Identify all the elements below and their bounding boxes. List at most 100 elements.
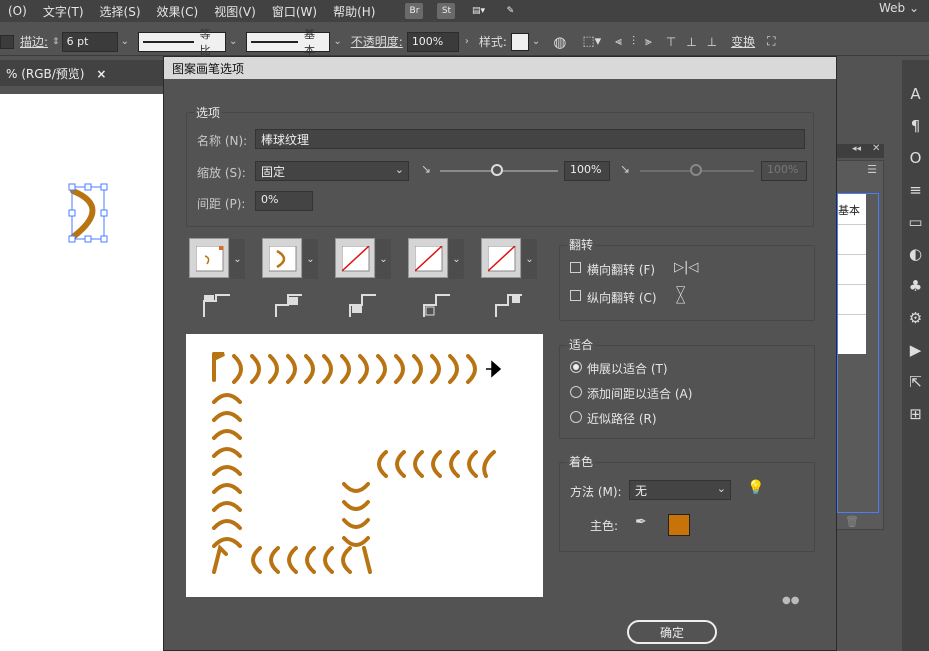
flip-horizontal-label[interactable]: 横向翻转 (F) <box>587 261 655 278</box>
play-icon[interactable]: ▶ <box>902 334 929 366</box>
menu-help[interactable]: 帮助(H) <box>325 3 383 20</box>
export-icon[interactable]: ⇱ <box>902 366 929 398</box>
stock-icon[interactable]: St <box>437 3 456 19</box>
preview-pattern-path <box>212 352 502 574</box>
brush-row[interactable] <box>838 284 866 285</box>
flip-vertical-checkbox[interactable] <box>570 290 581 301</box>
transparency-icon[interactable]: ◐ <box>902 238 929 270</box>
chevron-down-icon[interactable] <box>0 34 14 49</box>
align-left-icon[interactable]: ⫷ <box>615 34 622 49</box>
artboards-icon[interactable]: ⊞ <box>902 398 929 430</box>
fit-approximate-path-radio[interactable] <box>570 411 582 423</box>
selected-brush-art[interactable] <box>0 94 163 651</box>
spacing-field[interactable]: 0% <box>255 191 313 211</box>
collapse-icon[interactable]: ◂◂ <box>852 144 861 154</box>
menu-object[interactable]: (O) <box>0 4 35 18</box>
gear-icon[interactable]: ⚙ <box>902 302 929 334</box>
stroke-panel-icon[interactable]: ≡ <box>902 174 929 206</box>
stroke-label[interactable]: 描边: <box>20 33 48 50</box>
isolate-icon[interactable]: ⬚▾ <box>582 34 601 49</box>
chevron-down-icon[interactable]: ⌄ <box>333 36 341 47</box>
align-top-icon[interactable]: ⊤ <box>666 35 676 49</box>
gradient-icon[interactable]: ▭ <box>902 206 929 238</box>
document-tab[interactable]: % (RGB/预览) × <box>0 65 112 82</box>
tile-end[interactable]: ⌄ <box>481 238 537 279</box>
scale-select[interactable]: 固定 ⌄ <box>255 161 409 181</box>
tile-side[interactable]: ⌄ <box>189 238 245 279</box>
graphic-style-swatch[interactable] <box>510 32 529 51</box>
menu-window[interactable]: 窗口(W) <box>264 3 325 20</box>
transform-link[interactable]: 变换 <box>731 33 755 50</box>
outer-corner-tile-type-icon <box>203 294 230 317</box>
chevron-down-icon[interactable]: ⌄ <box>376 239 391 279</box>
stroke-weight-field[interactable]: 6 pt <box>61 31 118 52</box>
chevron-down-icon[interactable]: ⌄ <box>532 36 540 47</box>
chevron-down-icon[interactable]: ⌄ <box>449 239 464 279</box>
brush-definition[interactable]: 基本 <box>246 28 331 57</box>
arrange-documents-icon[interactable]: ▤▾ <box>469 3 487 19</box>
tile-inner-corner[interactable]: ⌄ <box>335 238 391 279</box>
fit-add-space-radio[interactable] <box>570 386 582 398</box>
scale-min-field[interactable]: 100% <box>564 161 610 181</box>
chevron-down-icon[interactable]: ⌄ <box>121 36 129 47</box>
chevron-down-icon[interactable]: ⌄ <box>229 36 237 47</box>
crop-icon[interactable]: ⛶ <box>767 34 775 49</box>
paragraph-icon[interactable]: ¶ <box>902 110 929 142</box>
ok-button[interactable]: 确定 <box>627 620 717 644</box>
menu-select[interactable]: 选择(S) <box>92 3 149 20</box>
dialog-title: 图案画笔选项 <box>164 57 836 79</box>
fit-stretch-radio[interactable] <box>570 361 582 373</box>
method-select[interactable]: 无 ⌄ <box>629 480 731 500</box>
close-icon[interactable]: ✕ <box>872 143 880 154</box>
brush-row[interactable] <box>838 254 866 255</box>
name-field[interactable]: 棒球纹理 <box>255 129 805 149</box>
brush-row[interactable] <box>838 224 866 225</box>
chevron-right-icon[interactable]: › <box>465 36 469 47</box>
stroke-stepper-icon[interactable]: ⇕ <box>52 37 60 47</box>
fit-add-space-label[interactable]: 添加间距以适合 (A) <box>587 385 692 402</box>
panel-menu-icon[interactable]: ☰ <box>867 163 877 176</box>
opacity-field[interactable]: 100% <box>406 31 459 52</box>
align-right-icon[interactable]: ⫸ <box>645 34 652 49</box>
flip-group <box>559 245 815 321</box>
name-label: 名称 (N): <box>197 134 248 148</box>
key-color-swatch[interactable] <box>668 514 690 536</box>
gpu-performance-icon[interactable]: ✎ <box>501 3 519 19</box>
brush-row[interactable] <box>838 314 866 315</box>
tile-start[interactable]: ⌄ <box>408 238 464 279</box>
trash-icon[interactable]: 🗑 <box>845 515 859 528</box>
opacity-label[interactable]: 不透明度: <box>351 33 403 50</box>
scale-max-field[interactable]: 100% <box>761 161 807 181</box>
align-bottom-icon[interactable]: ⊥ <box>707 35 717 49</box>
eyedropper-icon[interactable]: ✒ <box>635 514 647 530</box>
chevron-down-icon[interactable]: ⌄ <box>522 239 537 279</box>
recolor-artwork-icon[interactable]: ◍ <box>553 33 566 51</box>
scale-min-slider-knob[interactable] <box>491 164 503 176</box>
symbols-icon[interactable]: ♣ <box>902 270 929 302</box>
fit-approximate-path-label[interactable]: 近似路径 (R) <box>587 410 657 427</box>
opentype-icon[interactable]: O <box>902 142 929 174</box>
menu-effect[interactable]: 效果(C) <box>149 3 207 20</box>
bridge-icon[interactable]: Br <box>405 3 424 19</box>
chevron-down-icon[interactable]: ⌄ <box>303 239 318 279</box>
brush-preview <box>186 334 543 597</box>
align-vcenter-icon[interactable]: ⊥ <box>686 35 696 49</box>
scale-max-slider-knob[interactable] <box>690 164 702 176</box>
flip-vertical-label[interactable]: 纵向翻转 (C) <box>587 289 657 306</box>
variable-width-profile[interactable]: 等比 <box>137 28 226 57</box>
tips-lightbulb-icon[interactable]: 💡 <box>747 480 764 496</box>
character-icon[interactable]: A <box>902 78 929 110</box>
menu-view[interactable]: 视图(V) <box>206 3 264 20</box>
tile-outer-corner[interactable]: ⌄ <box>262 238 318 279</box>
side-tile-type-icon <box>275 294 302 317</box>
artboard-canvas[interactable] <box>0 94 163 651</box>
workspace-switcher[interactable]: Web ⌄ <box>879 1 919 15</box>
close-icon[interactable]: × <box>96 67 106 81</box>
align-hcenter-icon[interactable]: ⫶ <box>632 34 635 49</box>
menu-type[interactable]: 文字(T) <box>35 3 92 20</box>
flip-horizontal-checkbox[interactable] <box>570 262 581 273</box>
fit-stretch-label[interactable]: 伸展以适合 (T) <box>587 360 668 377</box>
chevron-down-icon[interactable]: ⌄ <box>230 239 245 279</box>
colorization-group <box>559 462 815 552</box>
brush-name-basic[interactable]: 基本 <box>838 202 860 218</box>
